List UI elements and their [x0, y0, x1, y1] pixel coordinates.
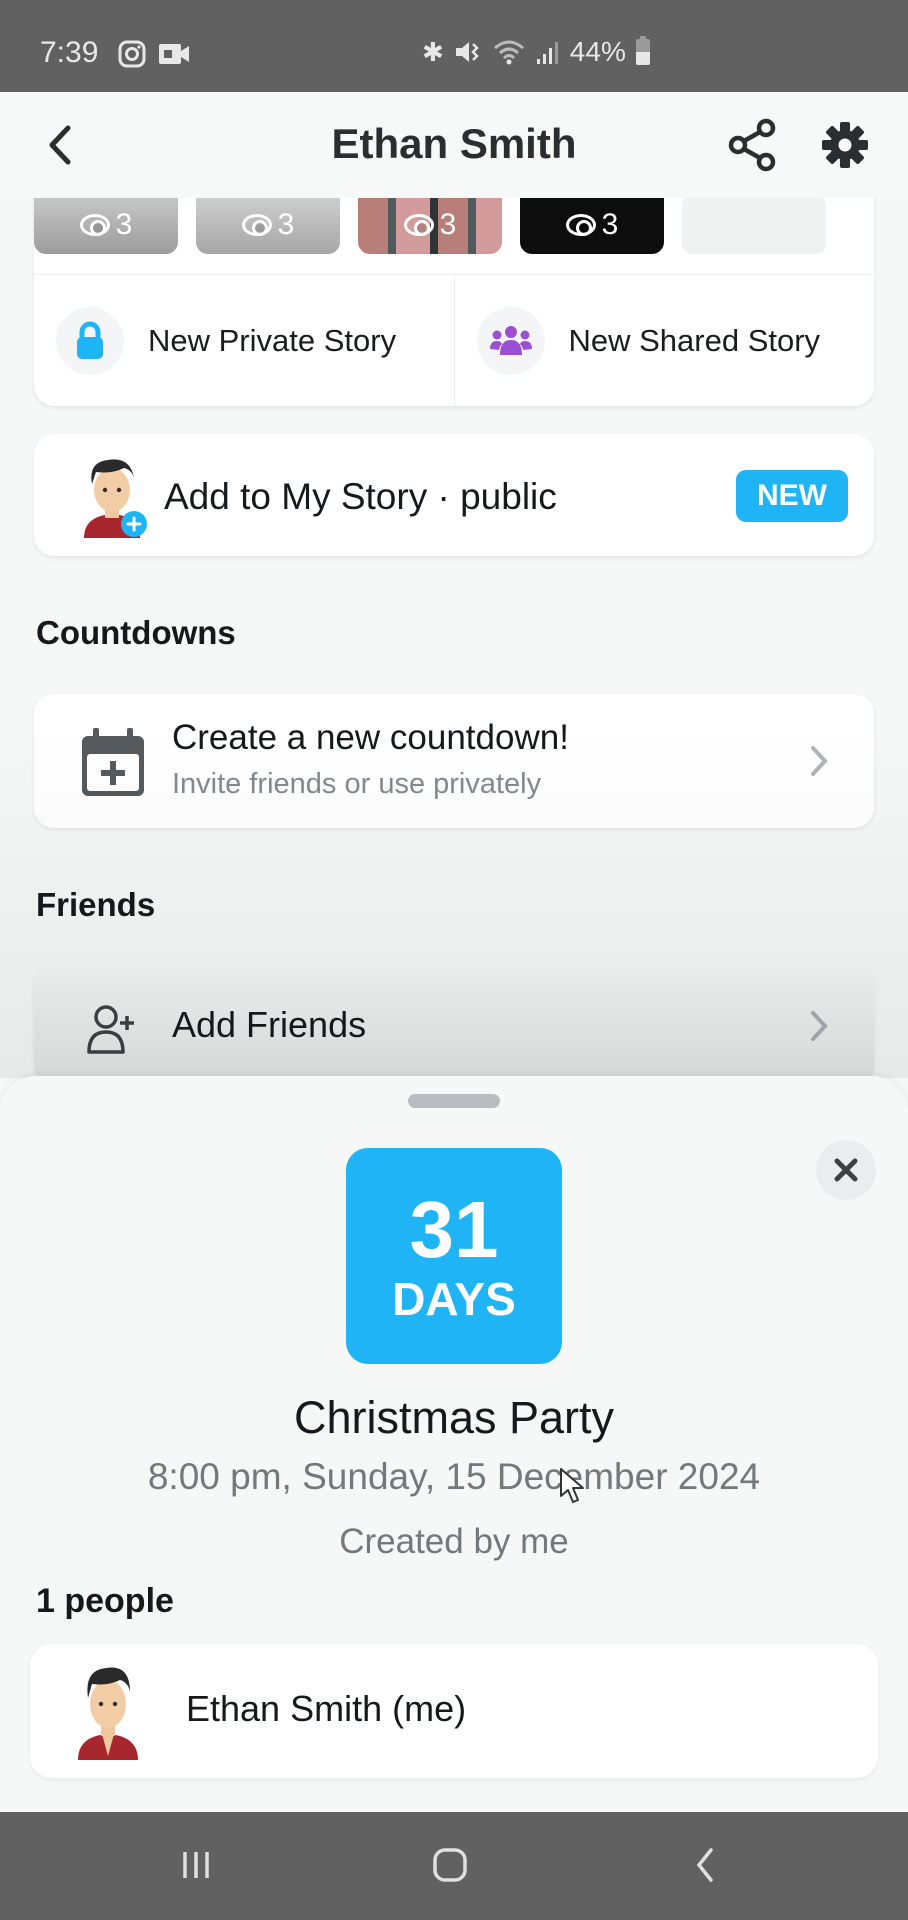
story-thumbnail[interactable]: 3 [520, 196, 664, 254]
home-icon [433, 1848, 467, 1882]
recent-apps-icon [183, 1852, 209, 1878]
profile-header: Ethan Smith [0, 92, 908, 198]
lock-icon [77, 321, 103, 359]
story-thumbnail[interactable]: 3 [196, 196, 340, 254]
back-icon [696, 1848, 713, 1882]
add-to-my-story-button[interactable]: Add to My Story · public NEW [34, 434, 874, 556]
mouse-cursor-icon [560, 1468, 584, 1503]
bitmoji-avatar [84, 459, 147, 538]
wifi-icon [493, 40, 524, 65]
settings-gear-button[interactable] [820, 120, 870, 170]
signal-icon [536, 42, 558, 64]
battery-icon [635, 36, 650, 65]
new-shared-story-button[interactable]: New Shared Story [453, 275, 875, 406]
story-thumbnail[interactable]: 3 [358, 196, 502, 254]
sheet-drag-handle[interactable] [408, 1094, 500, 1108]
days-remaining-unit: DAYS [392, 1273, 516, 1325]
days-remaining-tile: 31 DAYS [346, 1148, 562, 1364]
member-name: Ethan Smith (me) [186, 1688, 467, 1729]
person-add-icon [87, 1005, 134, 1054]
close-icon [834, 1158, 858, 1182]
event-creator: Created by me [339, 1522, 569, 1561]
view-count: 3 [439, 208, 457, 241]
share-button[interactable] [728, 118, 778, 172]
add-friends-button[interactable]: Add Friends [34, 966, 874, 1086]
create-countdown-button[interactable]: Create a new countdown! Invite friends o… [34, 694, 874, 828]
new-private-story-button[interactable]: New Private Story [34, 275, 454, 406]
system-back-button[interactable] [676, 1840, 736, 1890]
view-count: 3 [277, 208, 295, 241]
recent-apps-button[interactable] [166, 1840, 226, 1890]
vibrate-mute-icon [455, 42, 479, 62]
story-thumbnail-placeholder[interactable] [682, 196, 826, 254]
status-time: 7:39 [40, 36, 99, 69]
close-button[interactable] [816, 1140, 876, 1200]
eye-icon [565, 214, 596, 236]
new-badge: NEW [736, 470, 848, 522]
create-countdown-subtitle: Invite friends or use privately [172, 768, 542, 800]
story-thumbnails: 3 3 3 3 [34, 196, 826, 254]
days-remaining-number: 31 [409, 1185, 499, 1274]
video-camera-icon [159, 44, 189, 64]
add-friends-label: Add Friends [172, 1004, 367, 1045]
countdowns-section-title: Countdowns [36, 614, 236, 651]
member-list-item[interactable]: Ethan Smith (me) [30, 1644, 878, 1778]
stories-card: 3 3 3 3 New Private Story New Shared Sto… [34, 170, 874, 406]
new-private-story-label: New Private Story [148, 322, 397, 358]
story-thumbnail[interactable]: 3 [34, 196, 178, 254]
instagram-icon [118, 40, 146, 68]
member-avatar [78, 1667, 138, 1760]
view-count: 3 [115, 208, 133, 241]
friends-section-title: Friends [36, 886, 156, 923]
battery-percent: 44% [569, 36, 626, 67]
system-nav-bar [0, 1812, 908, 1920]
calendar-add-icon [82, 728, 144, 796]
view-count: 3 [601, 208, 619, 241]
create-countdown-title: Create a new countdown! [172, 718, 569, 757]
home-button[interactable] [420, 1840, 480, 1890]
new-shared-story-label: New Shared Story [568, 322, 821, 358]
chevron-right-icon [811, 746, 828, 776]
eye-icon [79, 214, 110, 236]
status-bar: 7:39 ✱ 44% [0, 0, 908, 92]
bluetooth-icon: ✱ [422, 37, 444, 67]
chevron-right-icon [811, 1011, 828, 1041]
event-datetime: 8:00 pm, Sunday, 15 December 2024 [147, 1456, 761, 1497]
group-icon [489, 325, 532, 355]
eye-icon [241, 214, 272, 236]
add-to-my-story-label: Add to My Story · public [164, 476, 557, 517]
countdown-detail-sheet: 31 DAYS Christmas Party 8:00 pm, Sunday,… [0, 1076, 908, 1812]
event-title: Christmas Party [293, 1392, 615, 1443]
eye-icon [403, 214, 434, 236]
people-count: 1 people [36, 1582, 174, 1620]
